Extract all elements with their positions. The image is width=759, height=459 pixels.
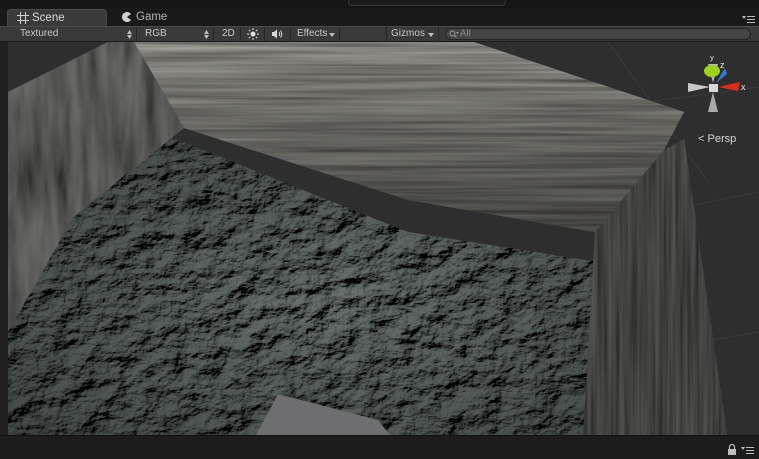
- scene-viewport[interactable]: z y x < Persp: [8, 42, 759, 435]
- updown-arrows-icon: [204, 30, 209, 39]
- tab-bar: Scene Game: [0, 8, 759, 26]
- gizmo-label-y: y: [710, 56, 714, 62]
- window-notch: [348, 0, 506, 6]
- gizmo-arrow-down: [708, 92, 718, 112]
- render-mode-value: RGB: [145, 28, 167, 39]
- effects-label: Effects: [297, 28, 328, 39]
- search-input[interactable]: All: [445, 28, 751, 40]
- scene-geometry: [8, 42, 759, 435]
- gizmo-arrow-left: [688, 83, 710, 92]
- gizmo-label-z: z: [720, 60, 725, 70]
- projection-label: Persp: [707, 133, 737, 145]
- speaker-icon: [272, 29, 283, 39]
- toggle-2d-button[interactable]: 2D: [217, 27, 241, 42]
- gizmo-arrow-x: [718, 82, 740, 91]
- orientation-gizmo[interactable]: z y x: [680, 56, 750, 126]
- gizmo-label-x: x: [741, 82, 746, 92]
- search-placeholder: All: [460, 28, 471, 39]
- status-bar: [0, 435, 759, 459]
- effects-dropdown[interactable]: Effects: [293, 27, 340, 42]
- gizmos-label: Gizmos: [391, 28, 425, 39]
- gizmo-arrow-y: [704, 65, 720, 77]
- updown-arrows-icon: [127, 30, 132, 39]
- gizmos-dropdown[interactable]: Gizmos: [386, 27, 439, 42]
- title-strip: [0, 0, 759, 8]
- game-pacman-icon: [122, 12, 131, 22]
- panel-menu-icon[interactable]: [741, 446, 754, 454]
- draw-mode-select[interactable]: Textured: [16, 27, 137, 42]
- tab-game[interactable]: Game: [112, 9, 182, 26]
- projection-toggle[interactable]: < Persp: [698, 133, 736, 145]
- panel-menu-icon[interactable]: [742, 15, 755, 23]
- sun-icon: [247, 28, 259, 40]
- lighting-toggle-button[interactable]: [241, 27, 265, 42]
- scene-grid-icon: [17, 12, 29, 24]
- gizmo-center-cube[interactable]: [709, 84, 718, 92]
- tab-game-label: Game: [136, 11, 168, 23]
- chevron-down-icon: [428, 33, 434, 37]
- audio-toggle-button[interactable]: [265, 27, 291, 42]
- tab-scene[interactable]: Scene: [7, 9, 107, 26]
- toggle-2d-label: 2D: [222, 28, 235, 39]
- chevron-down-icon: [329, 33, 335, 37]
- lock-icon[interactable]: [727, 444, 737, 455]
- search-icon: [449, 30, 459, 38]
- tab-scene-label: Scene: [32, 12, 65, 24]
- side-gutter: [0, 42, 8, 435]
- scene-view-window: Scene Game Textured RGB 2D Effects Gizmo…: [0, 0, 759, 459]
- scene-toolbar: Textured RGB 2D Effects Gizmos All: [0, 26, 759, 42]
- draw-mode-value: Textured: [20, 28, 59, 39]
- render-mode-select[interactable]: RGB: [141, 27, 214, 42]
- persp-arrow-icon: <: [698, 133, 705, 145]
